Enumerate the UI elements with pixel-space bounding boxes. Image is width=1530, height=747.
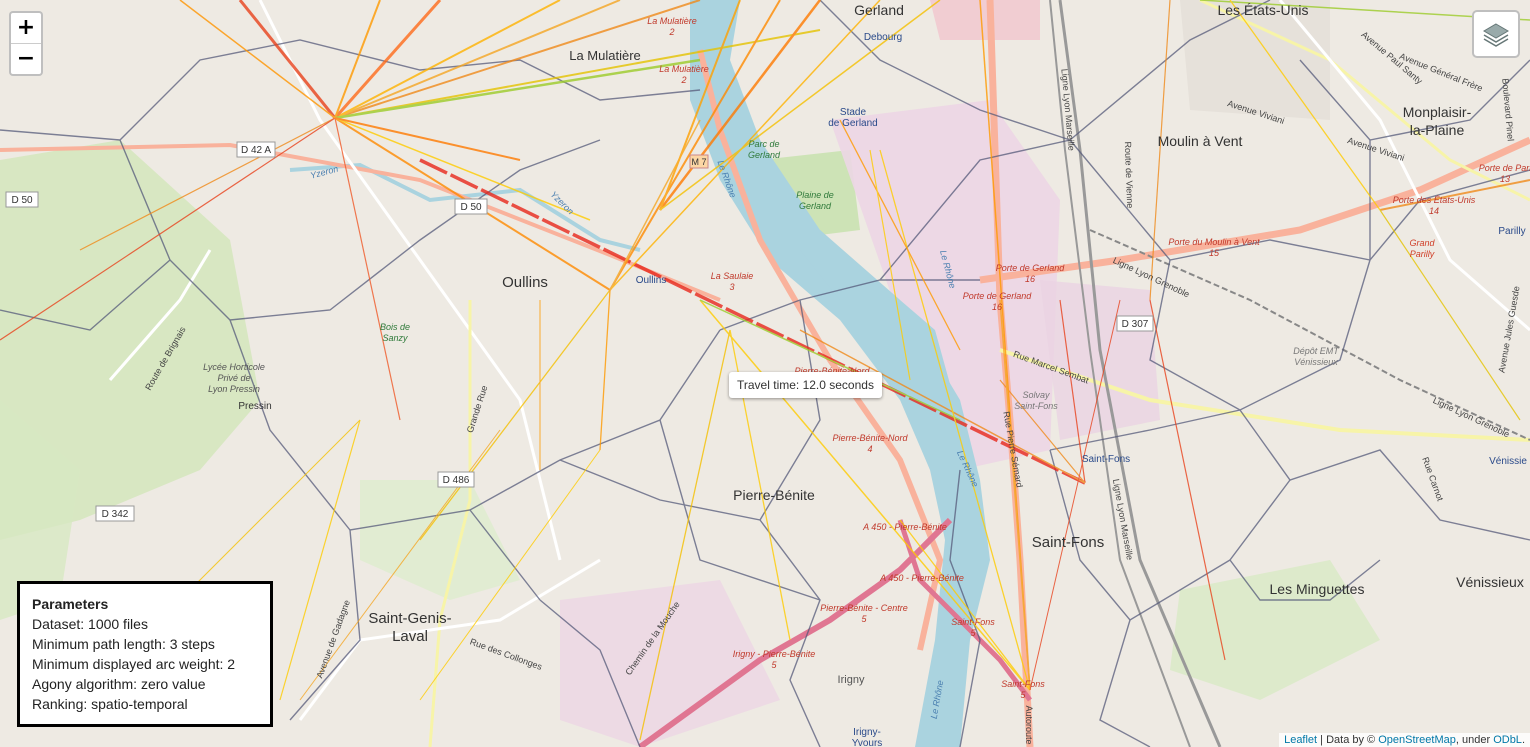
osm-link[interactable]: OpenStreetMap <box>1378 734 1456 746</box>
place-label: Saint-Fons <box>1032 534 1105 551</box>
place-label: Stade <box>840 107 867 118</box>
place-label: Saint-Fons <box>1014 401 1058 411</box>
station-label: Porte de Gerland <box>963 291 1033 301</box>
place-label: Gerland <box>748 150 781 160</box>
road-label: M 7 <box>691 157 706 167</box>
place-label: la-Plaine <box>1410 122 1465 138</box>
road-label: Autoroute <box>1024 705 1034 744</box>
station-label: Porte du Moulin à Vent <box>1168 237 1260 247</box>
station-label: 4 <box>867 444 872 454</box>
parameter-min-path: Minimum path length: 3 steps <box>32 636 215 652</box>
station-label: A 450 - Pierre-Bénite <box>862 522 947 532</box>
road-label: D 50 <box>460 202 482 213</box>
parameter-min-arc: Minimum displayed arc weight: 2 <box>32 656 236 672</box>
station-label: La Mulatière <box>647 16 697 26</box>
place-label: Monplaisir- <box>1403 104 1472 120</box>
place-label: La Mulatière <box>569 48 641 63</box>
place-label: Plaine de <box>796 190 834 200</box>
zoom-out-button[interactable]: − <box>11 43 41 74</box>
station-label: Oullins <box>636 275 667 286</box>
place-label: Vénissieux <box>1294 357 1338 367</box>
place-label: Irigny- <box>853 727 881 738</box>
station-label: Pierre-Bénite-Nord <box>832 433 908 443</box>
place-label: Les États-Unis <box>1217 2 1308 18</box>
station-label: La Mulatière <box>659 64 709 74</box>
place-label: Grand <box>1409 238 1435 248</box>
layers-button[interactable] <box>1472 10 1520 58</box>
attribution-text: , under <box>1455 734 1494 746</box>
station-label: Saint-Fons <box>1082 454 1130 465</box>
place-label: Privé de <box>217 373 250 383</box>
place-label: Oullins <box>502 274 548 291</box>
layers-icon <box>1483 23 1509 47</box>
station-label: Vénissie <box>1489 456 1527 467</box>
place-label: Irigny <box>838 674 865 686</box>
leaflet-link[interactable]: Leaflet <box>1284 734 1317 746</box>
place-label: Vénissieux <box>1456 574 1524 590</box>
road-label: D 486 <box>443 475 470 486</box>
place-label: Parc de <box>748 139 779 149</box>
place-label: Parilly <box>1498 226 1525 237</box>
travel-time-tooltip: Travel time: 12.0 seconds <box>729 372 882 398</box>
station-label: Saint-Fons <box>951 617 995 627</box>
road-label: D 307 <box>1122 319 1149 330</box>
station-label: 2 <box>680 75 686 85</box>
station-label: Porte de Pari <box>1479 163 1530 173</box>
road-label: D 342 <box>102 509 129 520</box>
attribution-text: . <box>1521 734 1525 746</box>
station-label: 2 <box>668 27 674 37</box>
parameter-ranking: Ranking: spatio-temporal <box>32 696 188 712</box>
attribution-text: | Data by © <box>1317 734 1379 746</box>
place-label: Les Minguettes <box>1270 581 1365 597</box>
place-label: Dépôt EMT <box>1293 346 1340 356</box>
station-label: A 450 - Pierre-Bénite <box>879 573 964 583</box>
station-label: 14 <box>1429 206 1439 216</box>
station-label: 16 <box>992 302 1002 312</box>
station-label: La Saulaie <box>711 271 754 281</box>
parameter-agony: Agony algorithm: zero value <box>32 676 206 692</box>
station-label: 13 <box>1500 174 1510 184</box>
station-label: 3 <box>729 282 734 292</box>
station-label: 16 <box>1025 274 1035 284</box>
place-label: Gerland <box>799 201 832 211</box>
station-label: Pierre-Bénite - Centre <box>820 603 908 613</box>
place-label: Solvay <box>1022 390 1050 400</box>
zoom-control: + − <box>9 11 43 76</box>
place-label: Pierre-Bénite <box>733 487 815 503</box>
place-label: Lycée Horticole <box>203 362 265 372</box>
place-label: Lyon Pressin <box>208 384 260 394</box>
odbl-link[interactable]: ODbL <box>1493 734 1522 746</box>
station-label: Saint-Fons <box>1001 679 1045 689</box>
road-label: D 50 <box>11 195 33 206</box>
station-label: Irigny - Pierre-Bénite <box>733 649 816 659</box>
place-label: Sanzy <box>382 333 408 343</box>
place-label: de Gerland <box>828 118 877 129</box>
station-label: Porte de Gerland <box>996 263 1066 273</box>
place-label: Laval <box>392 628 428 645</box>
road-label: D 42 A <box>241 145 271 156</box>
parameters-title: Parameters <box>32 596 109 612</box>
station-label: 15 <box>1209 248 1220 258</box>
place-label: Yvours <box>852 738 883 747</box>
station-label: Debourg <box>864 32 902 43</box>
place-label: Pressin <box>238 401 271 412</box>
place-label: Bois de <box>380 322 410 332</box>
attribution: Leaflet | Data by © OpenStreetMap, under… <box>1279 733 1530 747</box>
place-label: Gerland <box>854 2 904 18</box>
place-label: Parilly <box>1410 249 1435 259</box>
place-label: Moulin à Vent <box>1158 133 1243 149</box>
place-label: Saint-Genis- <box>368 610 451 627</box>
parameters-panel: Parameters Dataset: 1000 files Minimum p… <box>17 581 273 727</box>
zoom-in-button[interactable]: + <box>11 13 41 43</box>
parameter-dataset: Dataset: 1000 files <box>32 616 148 632</box>
station-label: Porte des États-Unis <box>1393 195 1476 205</box>
